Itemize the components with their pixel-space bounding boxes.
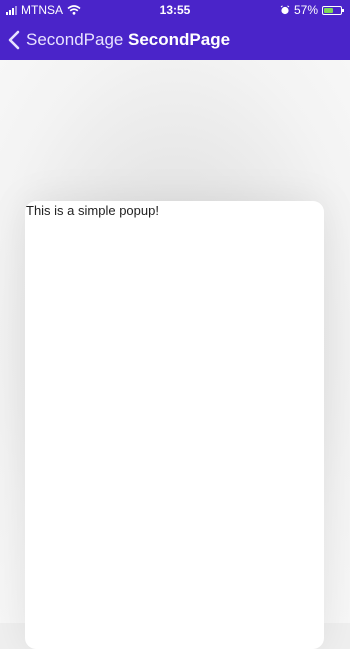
popup-text: This is a simple popup!	[26, 203, 159, 218]
chevron-left-icon	[8, 30, 20, 50]
status-bar: MTNSA 13:55 57%	[0, 0, 350, 20]
page-content: This is a simple popup!	[0, 60, 350, 649]
page-title: SecondPage	[128, 30, 231, 49]
battery-icon	[322, 5, 344, 15]
navigation-bar: SecondPage SecondPage	[0, 20, 350, 60]
battery-percent: 57%	[293, 3, 318, 17]
alarm-icon	[280, 5, 290, 15]
back-button-label: SecondPage	[26, 30, 124, 49]
status-right: 57%	[280, 3, 344, 17]
popup-card: This is a simple popup!	[25, 201, 324, 649]
back-button[interactable]: SecondPage	[8, 28, 123, 52]
